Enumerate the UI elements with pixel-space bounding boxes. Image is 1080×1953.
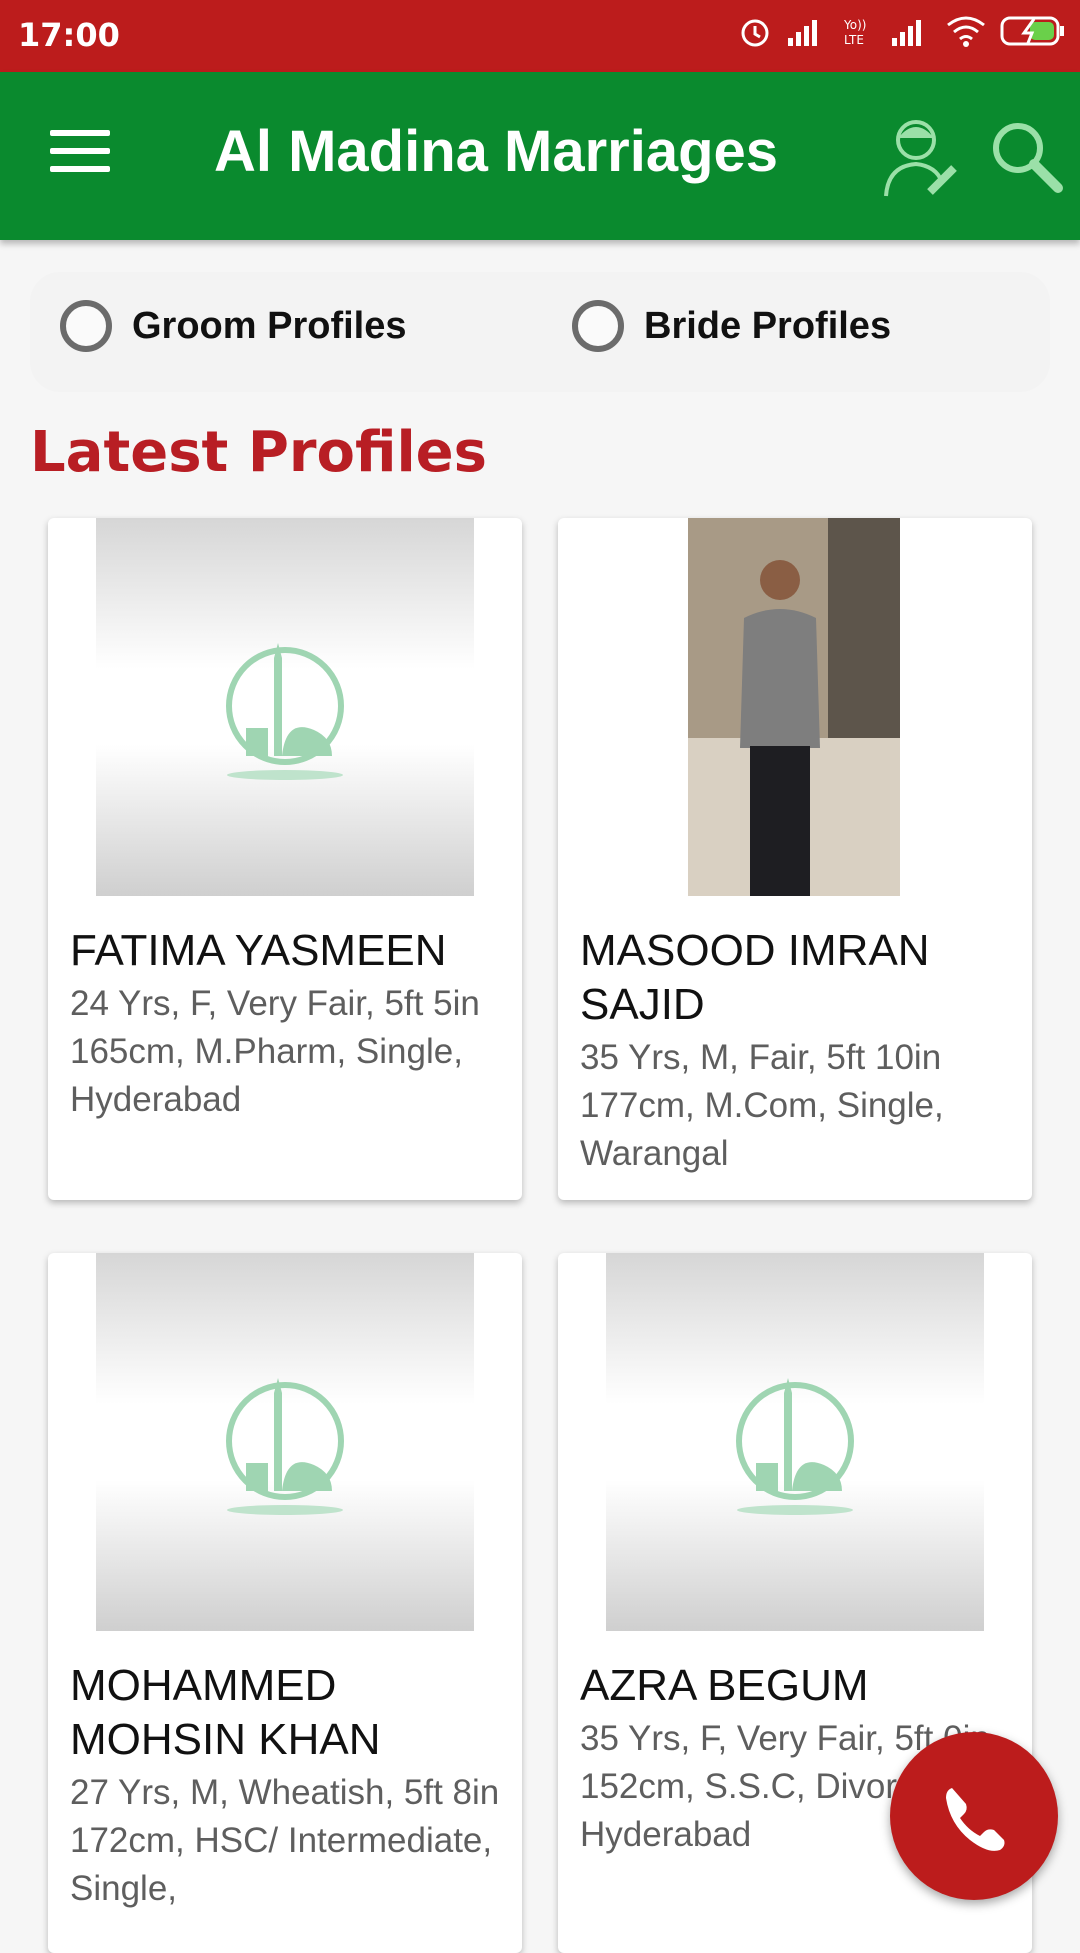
profile-card[interactable]: MOHAMMED MOHSIN KHAN 27 Yrs, M, Wheatish… bbox=[48, 1253, 522, 1953]
phone-icon bbox=[946, 1788, 1005, 1851]
mosque-logo-icon bbox=[226, 1378, 344, 1515]
profile-details: 24 Yrs, F, Very Fair, 5ft 5in 165cm, M.P… bbox=[70, 984, 480, 1119]
menu-icon[interactable] bbox=[50, 130, 110, 176]
status-bar: 17:00 Yo)) LTE bbox=[0, 0, 1080, 72]
svg-text:Yo)): Yo)) bbox=[843, 18, 866, 32]
status-icons: Yo)) LTE bbox=[738, 14, 1066, 48]
status-time: 17:00 bbox=[18, 16, 120, 54]
signal-icon-2 bbox=[892, 20, 921, 46]
app-bar: Al Madina Marriages bbox=[0, 72, 1080, 240]
groom-radio-circle[interactable] bbox=[60, 300, 112, 352]
app-title: Al Madina Marriages bbox=[214, 119, 779, 184]
volte-icon: Yo))LTE bbox=[843, 18, 866, 46]
profile-card[interactable]: FATIMA YASMEEN 24 Yrs, F, Very Fair, 5ft… bbox=[48, 518, 522, 1200]
signal-icon bbox=[788, 20, 817, 46]
bride-profiles-label: Bride Profiles bbox=[644, 304, 892, 347]
search-icon[interactable] bbox=[990, 120, 1064, 194]
user-edit-icon[interactable] bbox=[880, 112, 960, 198]
profile-details: 27 Yrs, M, Wheatish, 5ft 8in 172cm, HSC/… bbox=[70, 1773, 500, 1908]
wifi-icon bbox=[947, 16, 985, 47]
latest-profiles-heading: Latest Profiles bbox=[30, 420, 487, 485]
bride-profiles-radio[interactable]: Bride Profiles bbox=[572, 300, 891, 352]
mosque-logo-icon bbox=[226, 643, 344, 780]
groom-profiles-radio[interactable]: Groom Profiles bbox=[60, 300, 407, 352]
alarm-icon bbox=[741, 19, 769, 47]
svg-text:LTE: LTE bbox=[844, 33, 864, 46]
profile-name: AZRA BEGUM bbox=[580, 1661, 869, 1710]
profile-name: FATIMA YASMEEN bbox=[70, 926, 447, 975]
profile-name: MOHAMMED MOHSIN KHAN bbox=[70, 1661, 381, 1764]
call-button[interactable] bbox=[890, 1732, 1058, 1900]
person-photo bbox=[688, 518, 900, 896]
profile-photo-placeholder bbox=[96, 518, 474, 896]
profile-name: MASOOD IMRAN SAJID bbox=[580, 926, 930, 1029]
profile-details: 35 Yrs, M, Fair, 5ft 10in 177cm, M.Com, … bbox=[580, 1038, 944, 1173]
profile-photo bbox=[688, 518, 900, 896]
groom-profiles-label: Groom Profiles bbox=[132, 304, 407, 347]
mosque-logo-icon bbox=[736, 1378, 854, 1515]
profile-type-filter: Groom Profiles Bride Profiles bbox=[30, 272, 1050, 392]
profile-photo-placeholder bbox=[96, 1253, 474, 1631]
battery-charging-icon bbox=[1000, 16, 1064, 46]
profile-card[interactable]: MASOOD IMRAN SAJID 35 Yrs, M, Fair, 5ft … bbox=[558, 518, 1032, 1200]
profile-photo-placeholder bbox=[606, 1253, 984, 1631]
bride-radio-circle[interactable] bbox=[572, 300, 624, 352]
